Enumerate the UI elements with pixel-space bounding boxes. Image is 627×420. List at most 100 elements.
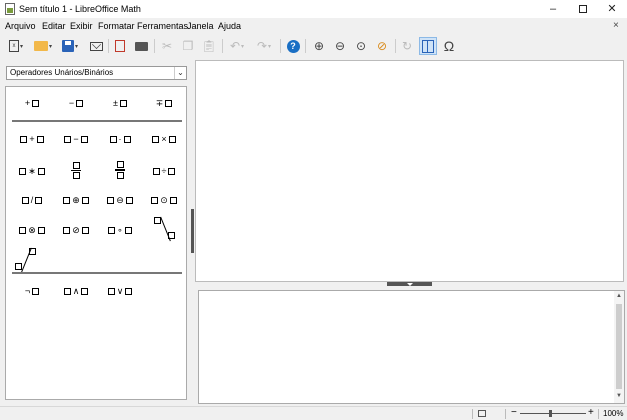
zoom-100-button[interactable]: ⊙ (352, 37, 370, 55)
libreoffice-math-app-icon (5, 3, 15, 15)
formula-cursor-toggle[interactable] (419, 37, 437, 55)
close-document-button[interactable]: × (613, 20, 619, 31)
zoom-out-button[interactable]: ⊖ (331, 37, 349, 55)
element-multiplication-dot[interactable]: · (100, 127, 140, 151)
menu-janela[interactable]: Janela (187, 21, 214, 31)
scroll-down-icon[interactable]: ▼ (614, 393, 624, 401)
close-window-button[interactable]: ✕ (597, 0, 627, 18)
undo-icon: ↶ (229, 39, 241, 53)
element-plus-minus[interactable]: ± (100, 91, 140, 115)
element-circled-slash[interactable]: ⊘ (56, 218, 96, 242)
toolbar-separator (108, 39, 109, 53)
undo-button[interactable]: ↶ ▾ (225, 37, 249, 55)
elements-category-select[interactable]: Operadores Unários/Binários ⌄ (6, 66, 187, 80)
print-icon (134, 41, 148, 51)
element-addition[interactable]: + (12, 127, 52, 151)
paste-icon: 📋︎ (201, 39, 217, 53)
help-button[interactable]: ? (284, 37, 302, 55)
element-wide-backslash[interactable] (12, 245, 40, 275)
zoom-in-slider-button[interactable]: + (588, 407, 594, 418)
standard-toolbar: x ▾ ▾ ▾ ✂ ❐ 📋︎ ↶ ▾ ↷ ▾ ? ⊕ ⊖ ⊙ ⊘ ↻ Ω (0, 35, 627, 57)
zoom-in-button[interactable]: ⊕ (310, 37, 328, 55)
show-all-button[interactable]: ⊘ (373, 37, 391, 55)
element-minus[interactable]: − (56, 91, 96, 115)
element-circled-plus[interactable]: ⊕ (56, 188, 96, 212)
element-fraction[interactable] (56, 155, 96, 185)
email-icon (89, 41, 103, 51)
chevron-down-icon[interactable]: ⌄ (174, 67, 186, 79)
chevron-down-icon: ▾ (74, 43, 78, 50)
element-multiplication-x[interactable]: × (144, 127, 184, 151)
element-multiplication-asterisk[interactable]: ∗ (12, 157, 52, 185)
maximize-button[interactable] (568, 0, 598, 18)
status-divider (598, 409, 599, 419)
copy-button[interactable]: ❐ (179, 37, 197, 55)
status-bar: − + 100% (0, 406, 627, 420)
redo-icon: ↷ (256, 39, 268, 53)
window-title: Sem título 1 - LibreOffice Math (19, 4, 141, 14)
zoom-in-icon: ⊕ (313, 39, 325, 53)
update-button[interactable]: ↻ (398, 37, 416, 55)
element-wide-fraction[interactable] (100, 155, 140, 185)
splitter-grip[interactable] (191, 209, 194, 253)
chevron-down-icon: ▾ (19, 43, 23, 50)
zoom-out-slider-button[interactable]: − (511, 407, 517, 418)
element-concatenate[interactable]: ∘ (100, 218, 140, 242)
document-modified-icon[interactable] (478, 410, 486, 417)
elements-category-value: Operadores Unários/Binários (10, 68, 114, 77)
zoom-level[interactable]: 100% (603, 409, 623, 418)
symbols-button[interactable]: Ω (440, 37, 458, 55)
paste-button[interactable]: 📋︎ (200, 37, 218, 55)
scrollbar-thumb[interactable] (616, 304, 622, 389)
email-button[interactable] (87, 37, 105, 55)
element-division[interactable]: ÷ (144, 157, 184, 185)
element-boolean-or[interactable]: ∨ (100, 279, 140, 303)
menu-formatar[interactable]: Formatar (98, 21, 135, 31)
zoom-100-icon: ⊙ (355, 39, 367, 53)
toolbar-separator (305, 39, 306, 53)
export-pdf-button[interactable] (111, 37, 129, 55)
update-icon: ↻ (401, 39, 413, 53)
zoom-slider[interactable] (520, 413, 586, 414)
chevron-down-icon: ▾ (48, 43, 52, 50)
menu-ferramentas[interactable]: Ferramentas (137, 21, 188, 31)
element-minus-plus[interactable]: ∓ (144, 91, 184, 115)
element-circled-times[interactable]: ⊗ (12, 218, 52, 242)
toolbar-separator (222, 39, 223, 53)
menu-arquivo[interactable]: Arquivo (5, 21, 36, 31)
elements-list: + − ± ∓ + − · × ∗ ÷ / ⊕ ⊖ ⊙ ⊗ ⊘ ∘ ¬ ∧ ∨ (5, 86, 187, 400)
element-circled-minus[interactable]: ⊖ (100, 188, 140, 212)
export-pdf-icon (115, 40, 125, 52)
libreoffice-math-window: Sem título 1 - LibreOffice Math – ✕ Arqu… (0, 0, 627, 420)
element-boolean-and[interactable]: ∧ (56, 279, 96, 303)
save-button[interactable]: ▾ (58, 37, 82, 55)
formula-preview-area[interactable] (195, 60, 624, 282)
element-wide-slash[interactable] (151, 214, 179, 244)
title-bar: Sem título 1 - LibreOffice Math – ✕ (0, 0, 627, 18)
new-formula-button[interactable]: x ▾ (4, 37, 28, 55)
editor-splitter[interactable] (195, 282, 625, 288)
menu-editar[interactable]: Editar (42, 21, 66, 31)
menu-exibir[interactable]: Exibir (70, 21, 93, 31)
open-button[interactable]: ▾ (31, 37, 55, 55)
print-button[interactable] (132, 37, 150, 55)
cut-icon: ✂ (161, 39, 173, 53)
cut-button[interactable]: ✂ (158, 37, 176, 55)
toolbar-separator (395, 39, 396, 53)
element-plus[interactable]: + (12, 91, 52, 115)
minimize-button[interactable]: – (538, 0, 568, 18)
element-slash[interactable]: / (12, 188, 52, 212)
element-boolean-not[interactable]: ¬ (12, 279, 52, 303)
scroll-up-icon[interactable]: ▲ (614, 293, 624, 301)
vertical-scrollbar[interactable]: ▲ ▼ (614, 291, 624, 403)
zoom-slider-thumb[interactable] (549, 410, 552, 417)
element-circled-dot[interactable]: ⊙ (144, 188, 184, 212)
element-subtraction[interactable]: − (56, 127, 96, 151)
menu-ajuda[interactable]: Ajuda (218, 21, 241, 31)
formula-cursor-icon (422, 39, 434, 53)
redo-button[interactable]: ↷ ▾ (252, 37, 276, 55)
formula-command-editor[interactable]: ▲ ▼ (198, 290, 625, 404)
menu-bar: Arquivo Editar Exibir Formatar Ferrament… (0, 18, 627, 34)
collapse-editor-handle[interactable] (387, 282, 432, 286)
show-all-icon: ⊘ (376, 39, 388, 53)
